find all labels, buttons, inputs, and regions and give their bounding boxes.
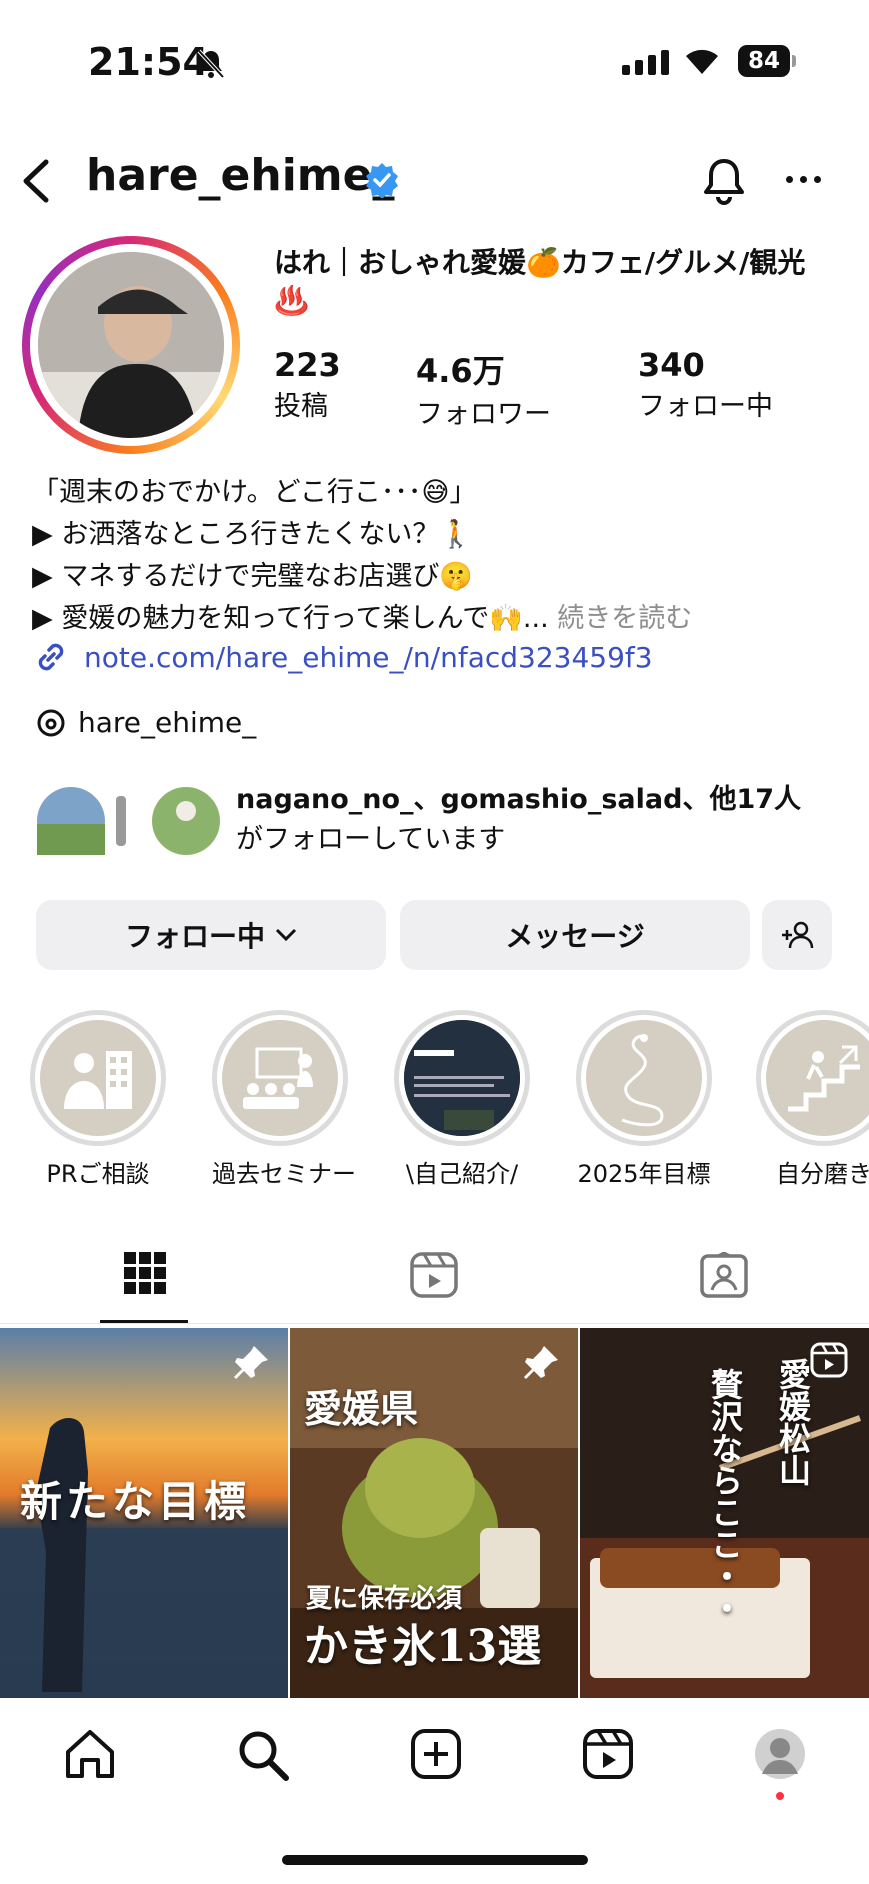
bio-line: 「週末のおでかけ。どこ行こ･･･😅」 bbox=[32, 477, 477, 508]
bio-link-text: note.com/hare_ehime_/n/nfacd323459f3 bbox=[84, 640, 653, 674]
wifi-icon bbox=[684, 46, 720, 80]
threads-icon bbox=[37, 709, 65, 736]
profile-tab-avatar[interactable] bbox=[752, 1726, 808, 1786]
post-overlay-title: 愛媛県 bbox=[304, 1386, 419, 1431]
highlight-label: 2025年目標 bbox=[577, 1160, 711, 1188]
stat-posts[interactable]: 223 投稿 bbox=[274, 346, 341, 423]
tagged-icon bbox=[700, 1251, 748, 1298]
intro-image bbox=[404, 1020, 520, 1136]
header-username: hare_ehime_ bbox=[86, 150, 395, 201]
search-icon[interactable] bbox=[236, 1728, 290, 1786]
highlight-ring bbox=[30, 1010, 166, 1146]
message-button[interactable]: メッセージ bbox=[400, 900, 750, 970]
verified-badge-icon bbox=[364, 162, 400, 202]
tab-posts-grid[interactable] bbox=[124, 1252, 166, 1298]
read-more-link[interactable]: 続きを読む bbox=[557, 603, 692, 634]
status-time: 21:54 bbox=[88, 40, 209, 84]
link-icon bbox=[38, 643, 64, 671]
reels-nav-icon[interactable] bbox=[582, 1728, 634, 1784]
stat-followers[interactable]: 4.6万 フォロワー bbox=[416, 346, 551, 431]
threads-link[interactable]: hare_ehime_ bbox=[36, 706, 256, 739]
more-options-icon[interactable] bbox=[786, 176, 821, 183]
highlight-ring bbox=[394, 1010, 530, 1146]
bell-muted-icon bbox=[196, 48, 226, 84]
highlight-ring bbox=[756, 1010, 869, 1146]
message-label: メッセージ bbox=[505, 920, 645, 953]
add-person-icon bbox=[782, 921, 814, 949]
seminar-icon bbox=[222, 1020, 338, 1136]
battery-level: 84 bbox=[738, 45, 790, 77]
highlight-label: 過去セミナー bbox=[212, 1160, 356, 1188]
post-overlay-text: 愛媛松山 bbox=[774, 1358, 812, 1486]
mutual-followers-avatars[interactable] bbox=[36, 786, 226, 860]
mutual-followers-text[interactable]: nagano_no_、gomashio_salad、他17人 がフォローしていま… bbox=[236, 780, 801, 860]
following-button[interactable]: フォロー中 bbox=[36, 900, 386, 970]
mutual-names: nagano_no_、gomashio_salad、他17人 bbox=[236, 784, 802, 815]
tab-tagged[interactable] bbox=[700, 1251, 748, 1302]
profile-display-name: はれ｜おしゃれ愛媛🍊カフェ/グルメ/観光♨️ bbox=[274, 246, 806, 317]
business-person-icon bbox=[40, 1020, 156, 1136]
bio-line-last: ▶ 愛媛の魅力を知って行って楽しんで🙌... 続きを読む bbox=[32, 598, 852, 640]
highlight-pr[interactable]: PRご相談 bbox=[30, 1010, 190, 1189]
chevron-down-icon bbox=[275, 928, 297, 942]
stat-value: 223 bbox=[274, 346, 341, 384]
post-thumbnail[interactable]: 新たな目標 bbox=[0, 1328, 288, 1698]
tabs-divider bbox=[0, 1323, 869, 1324]
pin-icon bbox=[524, 1344, 560, 1384]
stat-label: 投稿 bbox=[274, 391, 328, 422]
bio-line: ▶ マネするだけで完璧なお店選び🤫 bbox=[32, 561, 473, 592]
post-overlay-text: 贅沢ならここ・・ bbox=[706, 1368, 744, 1624]
post-thumbnail[interactable]: 愛媛県 夏に保存必須 かき氷13選 bbox=[290, 1328, 578, 1698]
highlight-label: \自己紹介/ bbox=[405, 1160, 519, 1188]
mutual-suffix: がフォローしています bbox=[236, 824, 506, 855]
stat-label: フォロワー bbox=[416, 399, 551, 430]
threads-username: hare_ehime_ bbox=[78, 706, 257, 739]
post-overlay-main: かき氷13選 bbox=[304, 1621, 542, 1672]
cellular-signal-icon bbox=[622, 50, 669, 75]
highlight-goals[interactable]: 2025年目標 bbox=[576, 1010, 736, 1189]
home-icon[interactable] bbox=[64, 1728, 116, 1784]
bio-line: ▶ 愛媛の魅力を知って行って楽しんで🙌... bbox=[32, 603, 549, 634]
highlight-self-improvement[interactable]: 自分磨き bbox=[756, 1010, 869, 1189]
highlight-label: PRご相談 bbox=[46, 1160, 150, 1188]
battery-tip bbox=[792, 55, 796, 67]
back-icon[interactable] bbox=[18, 158, 54, 208]
snake-icon bbox=[586, 1020, 702, 1136]
stairs-climb-icon bbox=[766, 1020, 869, 1136]
stat-value: 340 bbox=[638, 346, 705, 384]
highlight-intro[interactable]: \自己紹介/ bbox=[394, 1010, 554, 1189]
stat-label: フォロー中 bbox=[638, 391, 773, 422]
notification-bell-icon[interactable] bbox=[700, 156, 748, 210]
pin-icon bbox=[234, 1344, 270, 1384]
profile-avatar[interactable] bbox=[38, 252, 224, 438]
grid-icon bbox=[124, 1252, 166, 1294]
create-icon[interactable] bbox=[410, 1728, 462, 1784]
stat-following[interactable]: 340 フォロー中 bbox=[638, 346, 773, 423]
bio-line: ▶ お洒落なところ行きたくない？🚶 bbox=[32, 519, 473, 550]
tab-reels[interactable] bbox=[410, 1252, 458, 1302]
highlight-ring bbox=[212, 1010, 348, 1146]
post-overlay-text: 新たな目標 bbox=[20, 1477, 251, 1526]
reel-icon bbox=[810, 1342, 848, 1382]
stat-value: 4.6万 bbox=[416, 352, 505, 390]
highlight-seminar[interactable]: 過去セミナー bbox=[212, 1010, 372, 1189]
profile-bio: 「週末のおでかけ。どこ行こ･･･😅」 ▶ お洒落なところ行きたくない？🚶 ▶ マ… bbox=[32, 472, 852, 640]
highlight-label: 自分磨き bbox=[776, 1160, 869, 1188]
notification-dot bbox=[776, 1792, 784, 1800]
highlight-ring bbox=[576, 1010, 712, 1146]
add-person-button[interactable] bbox=[762, 900, 832, 970]
post-thumbnail[interactable]: 愛媛松山 贅沢ならここ・・ bbox=[580, 1328, 869, 1698]
reels-icon bbox=[410, 1252, 458, 1298]
home-indicator bbox=[282, 1855, 588, 1865]
bio-link[interactable]: note.com/hare_ehime_/n/nfacd323459f3 bbox=[32, 638, 653, 676]
following-label: フォロー中 bbox=[124, 920, 265, 953]
